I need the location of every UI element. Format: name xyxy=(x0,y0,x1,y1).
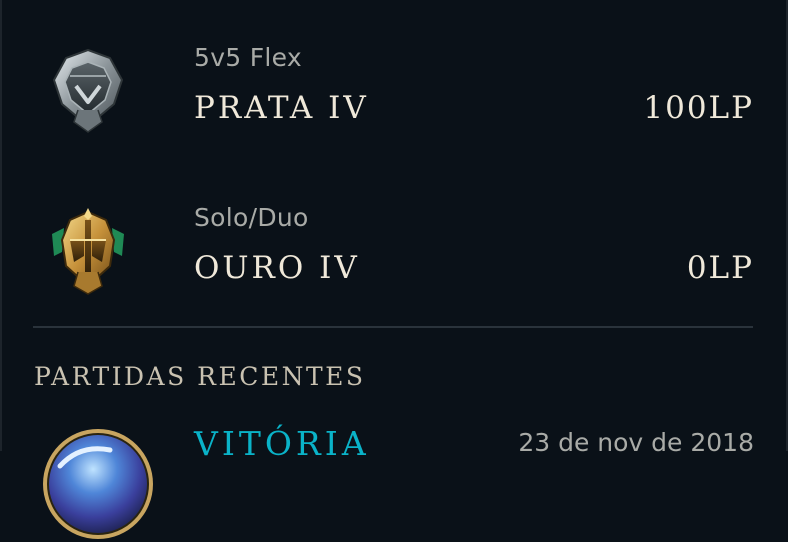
tier-name: OURO IV xyxy=(194,250,360,286)
match-date: 23 de nov de 2018 xyxy=(518,428,754,457)
match-result: VITÓRIA xyxy=(194,424,370,463)
silver-emblem-icon xyxy=(52,48,124,133)
match-row[interactable]: VITÓRIA 23 de nov de 2018 xyxy=(0,412,788,539)
champion-avatar-icon xyxy=(43,429,153,539)
recent-matches-title: PARTIDAS RECENTES xyxy=(34,362,366,391)
queue-name: Solo/Duo xyxy=(194,203,309,232)
league-points: 100LP xyxy=(643,90,754,126)
section-divider xyxy=(33,326,753,328)
tier-name: PRATA IV xyxy=(194,90,369,126)
league-points: 0LP xyxy=(686,250,754,286)
rank-row-flex: 5v5 Flex PRATA IV 100LP xyxy=(0,40,788,150)
rank-row-solo-duo: Solo/Duo OURO IV 0LP xyxy=(0,200,788,310)
queue-name: 5v5 Flex xyxy=(194,43,303,72)
gold-emblem-icon xyxy=(52,208,124,295)
